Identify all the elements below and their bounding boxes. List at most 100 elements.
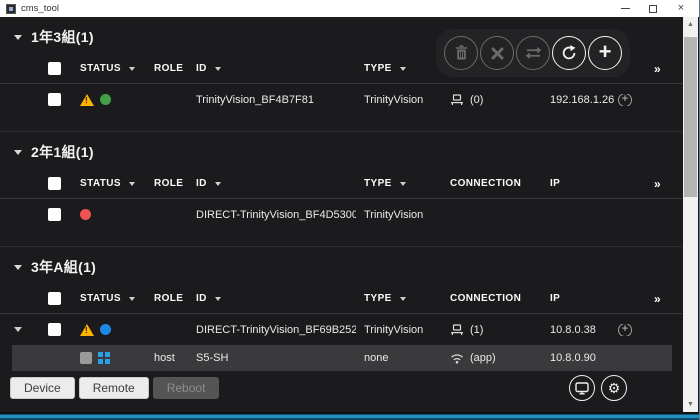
vertical-scrollbar[interactable]: ▲ ▼: [683, 17, 698, 412]
add-circle-icon[interactable]: +: [618, 324, 632, 336]
device-type: TrinityVision: [364, 209, 423, 221]
refresh-button[interactable]: [552, 36, 586, 70]
expand-row-button[interactable]: [0, 327, 36, 332]
more-columns-button[interactable]: »: [646, 292, 682, 306]
group-count: (1): [76, 29, 94, 45]
more-columns-button[interactable]: »: [646, 177, 682, 191]
select-all-checkbox[interactable]: [36, 177, 72, 190]
scroll-down-button[interactable]: ▼: [683, 397, 698, 412]
device-button[interactable]: Device: [10, 377, 75, 399]
chevron-double-right-icon: »: [654, 177, 661, 191]
sort-caret-icon: [215, 297, 221, 301]
device-id: DIRECT-TrinityVision_BF69B252: [196, 324, 356, 336]
column-header-role[interactable]: ROLE: [146, 178, 188, 189]
host-subrow[interactable]: host S5-SH none (app): [12, 345, 672, 371]
column-header-type[interactable]: TYPE: [356, 293, 442, 304]
column-header-status[interactable]: STATUS: [72, 293, 146, 304]
checkbox-icon: [48, 323, 61, 336]
scrollbar-thumb[interactable]: [684, 37, 697, 197]
group-header-2[interactable]: 2年1組(1): [0, 139, 682, 165]
minimize-button[interactable]: [611, 1, 639, 16]
trash-icon: [454, 45, 469, 61]
column-header-connection[interactable]: CONNECTION: [442, 293, 542, 304]
delete-button[interactable]: [444, 36, 478, 70]
ip-address: 10.8.0.90: [550, 352, 596, 364]
table-header-row: STATUS ROLE ID TYPE CONNECTION IP »: [0, 169, 682, 199]
ip-address: 192.168.1.26: [550, 94, 614, 106]
maximize-icon: [649, 5, 657, 13]
warning-icon: [80, 94, 94, 106]
add-button[interactable]: +: [588, 36, 622, 70]
display-button[interactable]: [569, 375, 595, 401]
add-circle-icon[interactable]: +: [618, 94, 632, 106]
sort-caret-icon: [129, 67, 135, 71]
column-header-ip[interactable]: IP: [542, 178, 646, 189]
role-value: host: [154, 352, 175, 364]
device-row[interactable]: DIRECT-TrinityVision_BF4D5300 TrinityVis…: [0, 199, 682, 230]
maximize-button[interactable]: [639, 1, 667, 16]
status-dot-red: [80, 209, 91, 220]
collapse-caret-icon: [14, 35, 22, 40]
column-header-id[interactable]: ID: [188, 63, 356, 74]
column-header-id[interactable]: ID: [188, 178, 356, 189]
checkbox-icon: [48, 292, 61, 305]
checkbox-icon: [48, 177, 61, 190]
status-cell: [72, 324, 146, 336]
connection-cell: (1): [442, 324, 542, 336]
plus-icon: +: [599, 41, 612, 63]
row-checkbox[interactable]: [36, 208, 72, 221]
sort-caret-icon: [129, 297, 135, 301]
device-row[interactable]: TrinityVision_BF4B7F81 TrinityVision (0): [0, 84, 682, 115]
remote-button[interactable]: Remote: [79, 377, 149, 399]
column-header-type[interactable]: TYPE: [356, 63, 442, 74]
column-header-status[interactable]: STATUS: [72, 178, 146, 189]
deselect-button[interactable]: [480, 36, 514, 70]
title-bar: cms_tool ×: [0, 0, 699, 17]
gear-icon: ⚙: [608, 381, 621, 395]
group-count: (1): [78, 259, 96, 275]
sort-caret-icon: [400, 182, 406, 186]
gray-square-icon: [80, 352, 92, 364]
device-id: S5-SH: [196, 352, 228, 364]
app-icon: [6, 4, 16, 14]
close-button[interactable]: ×: [667, 1, 695, 16]
warning-icon: [80, 324, 94, 336]
status-cell: [72, 352, 146, 364]
transfer-button[interactable]: [516, 36, 550, 70]
group-section-3: 3年A組(1) STATUS ROLE ID TYPE CONNECTION I…: [0, 246, 682, 387]
column-header-type[interactable]: TYPE: [356, 178, 442, 189]
column-header-role[interactable]: ROLE: [146, 63, 188, 74]
device-type: TrinityVision: [364, 94, 423, 106]
checkbox-icon: [48, 93, 61, 106]
sort-caret-icon: [400, 67, 406, 71]
more-columns-button[interactable]: »: [646, 62, 682, 76]
column-header-status[interactable]: STATUS: [72, 63, 146, 74]
row-checkbox[interactable]: [36, 93, 72, 106]
status-dot-blue: [100, 324, 111, 335]
select-all-checkbox[interactable]: [36, 62, 72, 75]
settings-button[interactable]: ⚙: [601, 375, 627, 401]
window-title: cms_tool: [21, 3, 59, 14]
group-header-3[interactable]: 3年A組(1): [0, 254, 682, 280]
column-header-connection[interactable]: CONNECTION: [442, 178, 542, 189]
scroll-up-button[interactable]: ▲: [683, 17, 698, 32]
column-header-id[interactable]: ID: [188, 293, 356, 304]
sort-caret-icon: [215, 182, 221, 186]
reboot-button[interactable]: Reboot: [153, 377, 220, 399]
connection-cell: (0): [442, 94, 542, 106]
select-all-checkbox[interactable]: [36, 292, 72, 305]
device-row[interactable]: DIRECT-TrinityVision_BF69B252 TrinityVis…: [0, 314, 682, 345]
monitor-icon: [575, 382, 589, 395]
status-cell: [72, 94, 146, 106]
column-header-ip[interactable]: IP: [542, 293, 646, 304]
column-header-role[interactable]: ROLE: [146, 293, 188, 304]
connection-count: (1): [470, 324, 483, 336]
close-icon: ×: [678, 3, 684, 14]
device-type: TrinityVision: [364, 324, 423, 336]
group-count: (1): [76, 144, 94, 160]
action-toolbar: +: [436, 29, 630, 77]
table-header-row: STATUS ROLE ID TYPE CONNECTION IP »: [0, 284, 682, 314]
ip-address: 10.8.0.38: [550, 324, 596, 336]
footer-bar: Device Remote Reboot ⚙: [0, 376, 665, 400]
row-checkbox[interactable]: [36, 323, 72, 336]
